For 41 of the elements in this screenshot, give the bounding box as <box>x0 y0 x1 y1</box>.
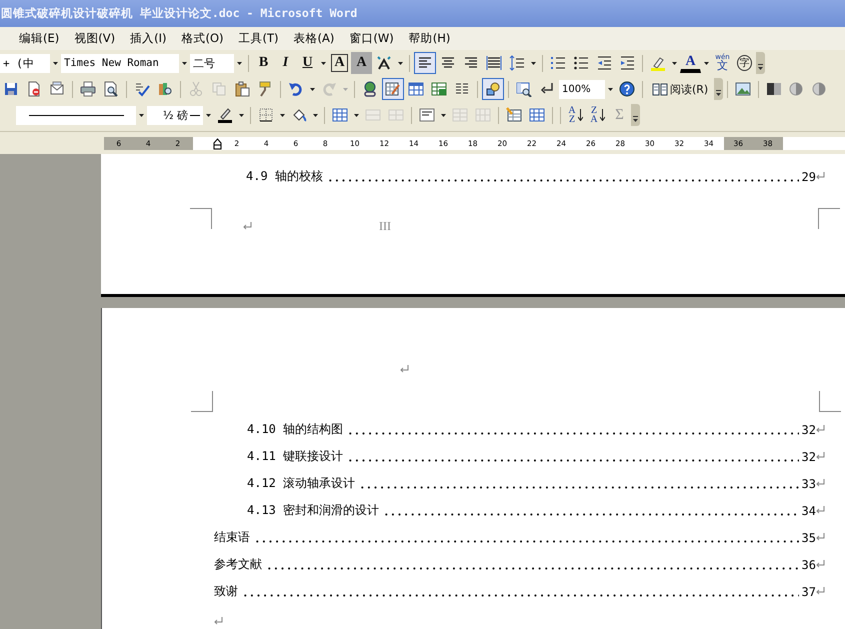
font-color-button[interactable]: A <box>680 53 701 73</box>
enclose-characters-button[interactable]: 字 <box>734 52 755 74</box>
menu-item[interactable]: 帮助(H) <box>406 30 452 47</box>
toc-page-number: 34 <box>800 504 816 518</box>
toc-entry-title: 4.12 滚动轴承设计 <box>247 475 356 492</box>
menu-item[interactable]: 格式(O) <box>179 30 226 47</box>
bold-button[interactable]: B <box>253 52 274 74</box>
menu-item[interactable]: 表格(A) <box>292 30 336 47</box>
toc-entry-title: 4.13 密封和润滑的设计 <box>247 502 380 519</box>
toc-page-number: 29 <box>800 170 816 184</box>
toc-entry-title: 结束语 <box>214 529 251 546</box>
window-title: 圆锥式破碎机设计破碎机 毕业设计论文.doc - Microsoft Word <box>1 6 358 21</box>
toc-entry-title: 4.9 轴的校核 <box>246 168 324 185</box>
font-size-dropdown[interactable]: 二号 <box>190 54 234 72</box>
toc-entry-title: 4.11 键联接设计 <box>247 448 344 465</box>
sort-descending-button[interactable]: Z A <box>587 104 608 126</box>
line-weight-dropdown[interactable]: ½ 磅 <box>147 106 203 124</box>
toc-page-number: 36 <box>800 558 816 572</box>
toc-page-number: 32 <box>800 450 816 464</box>
menu-item[interactable]: 编辑(E) <box>17 30 62 47</box>
menu-item[interactable]: 视图(V) <box>72 30 118 47</box>
italic-button[interactable]: I <box>275 52 296 74</box>
character-shading-button[interactable]: A <box>351 52 372 74</box>
menu-item[interactable]: 工具(T) <box>236 30 280 47</box>
menu-item[interactable]: 窗口(W) <box>347 30 396 47</box>
toc-entry-title: 致谢 <box>214 583 239 600</box>
toc-entry-title: 参考文献 <box>214 556 263 573</box>
toc-page-number: 37 <box>800 584 816 598</box>
underline-button[interactable]: U <box>297 52 318 74</box>
font-dropdown[interactable]: Times New Roman <box>61 54 179 72</box>
menu-item[interactable]: 插入(I) <box>128 30 168 47</box>
toc-entry-title: 4.10 轴的结构图 <box>247 421 344 438</box>
toc-page-number: 33 <box>800 476 816 490</box>
sort-ascending-button[interactable]: A Z <box>565 104 586 126</box>
style-dropdown[interactable]: + (中 <box>0 54 50 72</box>
page-number: III <box>379 219 391 234</box>
toc-page-number: 32 <box>800 422 816 436</box>
zoom-dropdown[interactable]: 100% <box>559 80 605 98</box>
character-border-button[interactable]: A <box>329 52 350 74</box>
toc-page-number: 35 <box>800 530 816 544</box>
read-button[interactable]: 阅读(R) <box>647 78 714 100</box>
